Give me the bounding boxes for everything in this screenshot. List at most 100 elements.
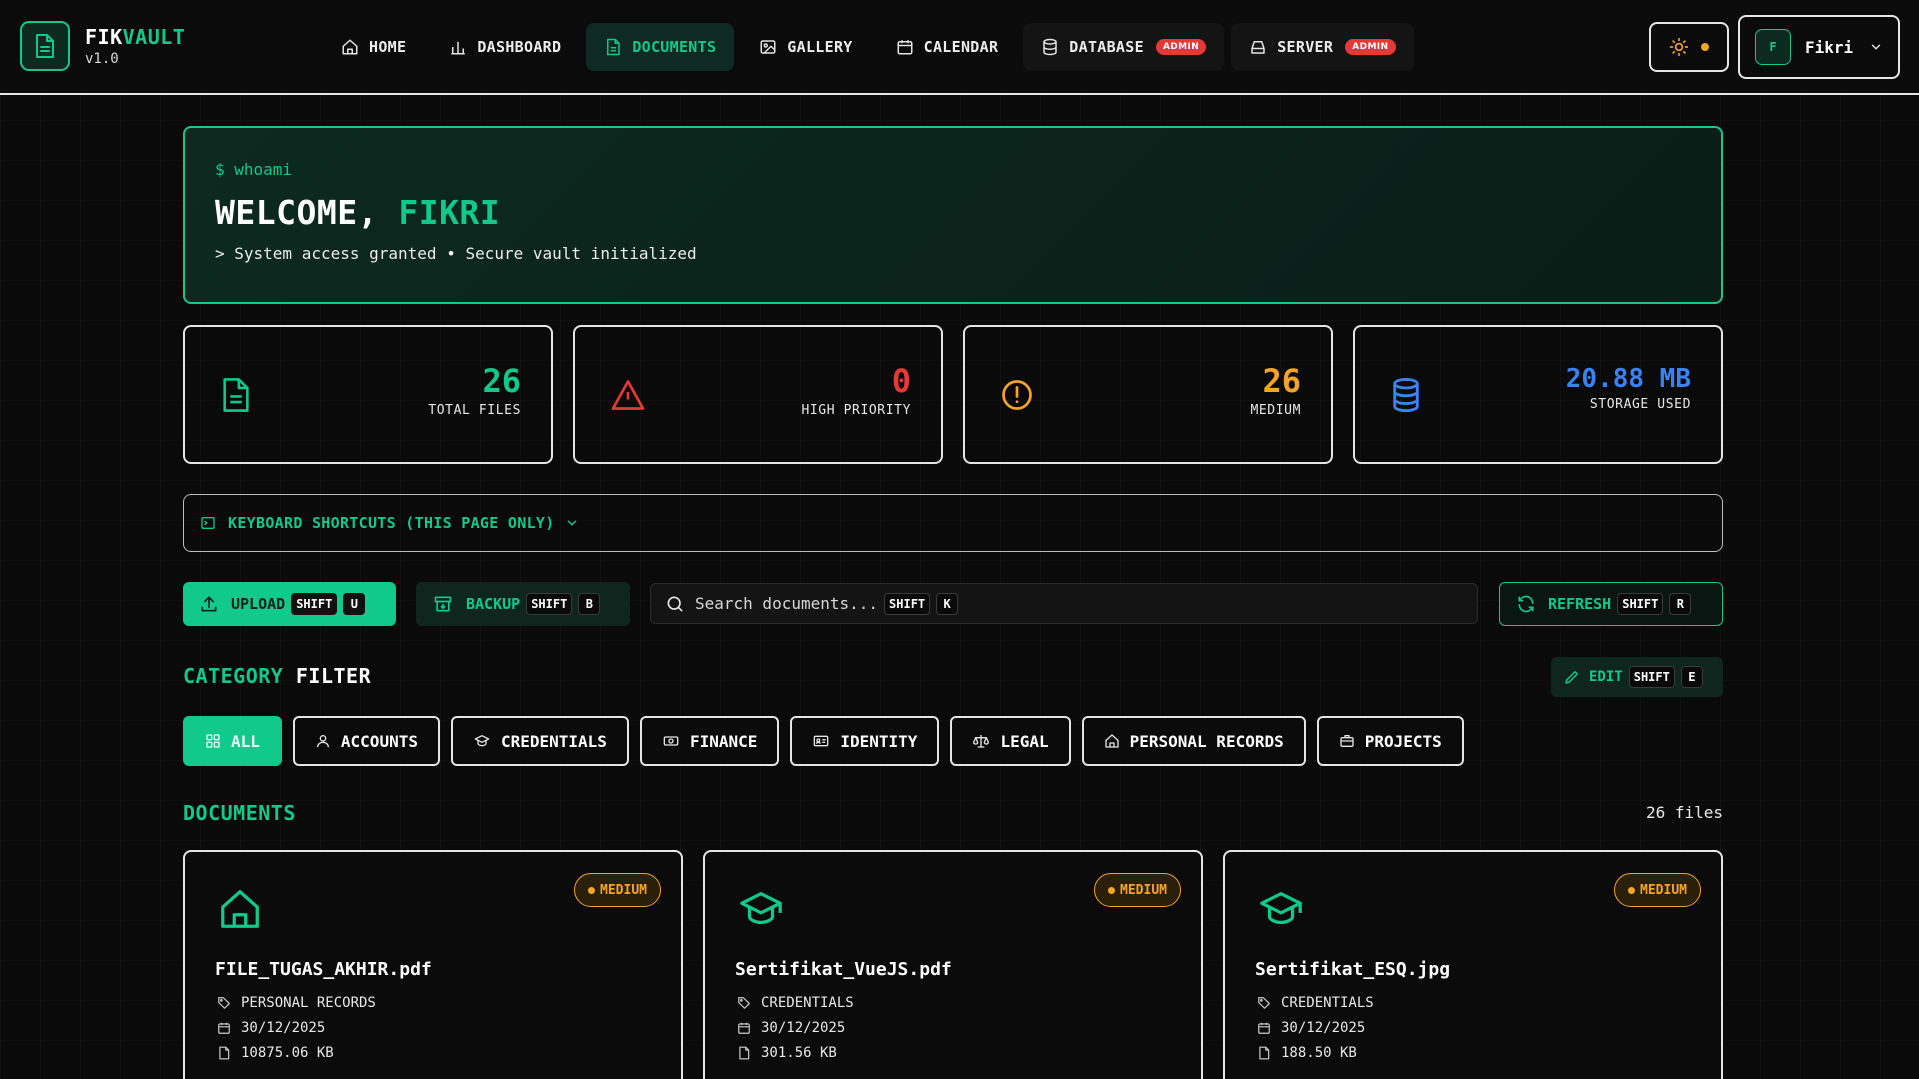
backup-label: BACKUP [466,595,521,613]
nav-gallery[interactable]: GALLERY [741,23,870,71]
stat-medium: 26 MEDIUM [963,325,1333,464]
document-card[interactable]: MEDIUM Sertifikat_VueJS.pdf CREDENTIALS … [703,850,1203,1079]
nav-dashboard[interactable]: DASHBOARD [431,23,579,71]
keyboard-shortcuts-label: KEYBOARD SHORTCUTS (THIS PAGE ONLY) [228,514,555,532]
nav-database[interactable]: DATABASE ADMIN [1023,23,1225,71]
nav-calendar-label: CALENDAR [923,38,999,56]
alert-circle-icon [1002,379,1032,410]
stat-total-files-label: TOTAL FILES [428,403,521,418]
chip-label: PERSONAL RECORDS [1129,731,1284,751]
upload-button[interactable]: UPLOAD SHIFT U [183,582,396,626]
nav-documents[interactable]: DOCUMENTS [586,23,735,71]
user-icon [316,735,329,748]
kbd-key: K [936,592,959,615]
home-icon [221,890,259,928]
graduation-cap-icon [1260,892,1302,925]
backup-button[interactable]: BACKUP SHIFT B [416,582,630,626]
calendar-icon [1258,1022,1270,1034]
document-card[interactable]: MEDIUM FILE_TUGAS_AKHIR.pdf PERSONAL REC… [183,850,683,1079]
document-name: FILE_TUGAS_AKHIR.pdf [215,959,432,980]
file-icon [219,1046,230,1060]
search-icon [667,596,683,611]
kbd-key: E [1680,666,1703,688]
nav-server[interactable]: SERVER ADMIN [1231,23,1414,71]
archive-icon [434,596,452,612]
document-card[interactable]: MEDIUM Sertifikat_ESQ.jpg CREDENTIALS 30… [1223,850,1723,1079]
refresh-button[interactable]: REFRESH SHIFT R [1499,582,1723,626]
top-navbar: FIKVAULT v1.0 HOME DASHBOARD DOCUMENTS G… [0,0,1919,95]
chip-projects[interactable]: PROJECTS [1316,716,1464,766]
document-category: CREDENTIALS [737,995,854,1011]
nav-home[interactable]: HOME [323,23,424,71]
document-category: CREDENTIALS [1257,995,1374,1011]
theme-indicator-dot [1701,43,1709,51]
nav-gallery-label: GALLERY [787,38,853,56]
document-size: 188.50 KB [1257,1045,1357,1061]
chip-personal-records[interactable]: PERSONAL RECORDS [1081,716,1306,766]
chip-credentials[interactable]: CREDENTIALS [450,716,629,766]
priority-badge: MEDIUM [1614,873,1701,907]
nav-database-label: DATABASE [1069,38,1144,56]
chip-label: PROJECTS [1364,731,1442,751]
chevron-down-icon [1871,44,1881,50]
kbd-shift: SHIFT [291,593,338,615]
document-date: 30/12/2025 [737,1020,845,1036]
document-size: 10875.06 KB [217,1045,334,1061]
tag-icon [738,997,750,1009]
file-logo-icon [20,21,70,71]
user-menu-button[interactable]: F Fikri [1738,15,1900,79]
kbd-shift: SHIFT [1617,593,1664,615]
keyboard-shortcuts-toggle[interactable]: KEYBOARD SHORTCUTS (THIS PAGE ONLY) [183,494,1723,552]
nav-calendar[interactable]: CALENDAR [878,23,1017,71]
edit-categories-button[interactable]: EDIT SHIFT E [1551,657,1723,697]
document-date: 30/12/2025 [1257,1020,1365,1036]
calendar-icon [897,40,913,55]
kbd-shift: SHIFT [526,593,573,615]
stats-row: 26 TOTAL FILES 0 HIGH PRIORITY 26 MEDIUM… [183,325,1743,464]
calendar-icon [218,1022,230,1034]
chip-label: LEGAL [1000,731,1049,751]
brand-name: FIKVAULT [85,25,186,49]
chevron-down-icon [567,520,576,526]
chip-all[interactable]: ALL [183,716,282,766]
file-text-icon [223,377,249,412]
stat-medium-value: 26 [1262,362,1301,400]
nav-server-label: SERVER [1277,38,1334,56]
upload-icon [201,596,217,612]
documents-title: DOCUMENTS [183,801,296,825]
file-icon [1259,1046,1270,1060]
stat-storage: 20.88 MB STORAGE USED [1353,325,1723,464]
document-category: PERSONAL RECORDS [217,995,376,1011]
chip-accounts[interactable]: ACCOUNTS [292,716,440,766]
admin-badge: ADMIN [1155,39,1207,55]
graduation-cap-icon [740,892,782,925]
welcome-subtitle: > System access granted • Secure vault i… [215,244,697,263]
category-chips: ALL ACCOUNTS CREDENTIALS FINANCE IDENTIT… [183,716,1475,766]
chip-label: CREDENTIALS [500,731,607,751]
edit-label: EDIT [1589,669,1623,685]
document-name: Sertifikat_ESQ.jpg [1255,959,1451,980]
brand-version: v1.0 [85,51,119,67]
kbd-shift: SHIFT [1628,666,1675,688]
search-input[interactable]: Search documents... SHIFT K [650,583,1478,624]
priority-badge: MEDIUM [1094,873,1181,907]
file-text-icon [607,38,621,56]
chip-label: FINANCE [689,731,758,751]
chip-finance[interactable]: FINANCE [639,716,780,766]
tag-icon [1258,997,1270,1009]
stat-medium-label: MEDIUM [1250,403,1301,418]
main-nav: HOME DASHBOARD DOCUMENTS GALLERY CALENDA… [323,23,1421,71]
kbd-shift: SHIFT [884,592,931,615]
theme-toggle-button[interactable] [1649,22,1729,72]
briefcase-icon [1340,735,1354,747]
grid-icon [206,734,220,748]
chip-legal[interactable]: LEGAL [950,716,1071,766]
terminal-icon [201,517,215,529]
scale-icon [973,735,990,748]
id-card-icon [814,735,829,747]
chip-identity[interactable]: IDENTITY [790,716,940,766]
refresh-label: REFRESH [1548,595,1612,613]
welcome-banner: $ whoami WELCOME, FIKRI > System access … [183,126,1723,304]
pencil-icon [1565,671,1578,684]
brand[interactable]: FIKVAULT v1.0 [20,21,185,71]
